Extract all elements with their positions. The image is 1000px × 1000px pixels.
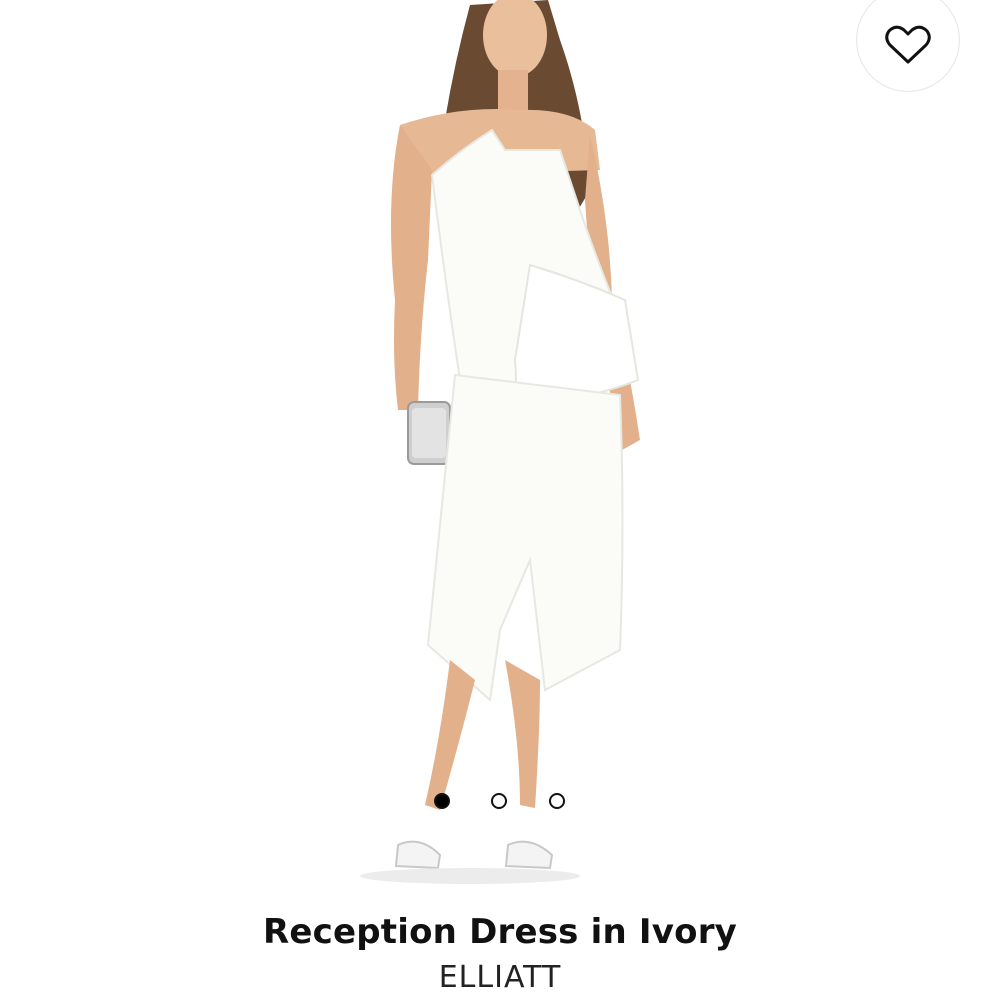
carousel-dot-1[interactable] <box>434 793 450 809</box>
carousel-indicators <box>0 793 1000 813</box>
product-image[interactable] <box>0 0 1000 900</box>
heart-outline-icon <box>885 25 931 64</box>
carousel-dot-3[interactable] <box>549 793 565 809</box>
model-illustration <box>360 0 640 884</box>
product-brand[interactable]: ELLIATT <box>0 960 1000 995</box>
product-title: Reception Dress in Ivory <box>262 912 738 952</box>
carousel-dot-2[interactable] <box>491 793 507 809</box>
